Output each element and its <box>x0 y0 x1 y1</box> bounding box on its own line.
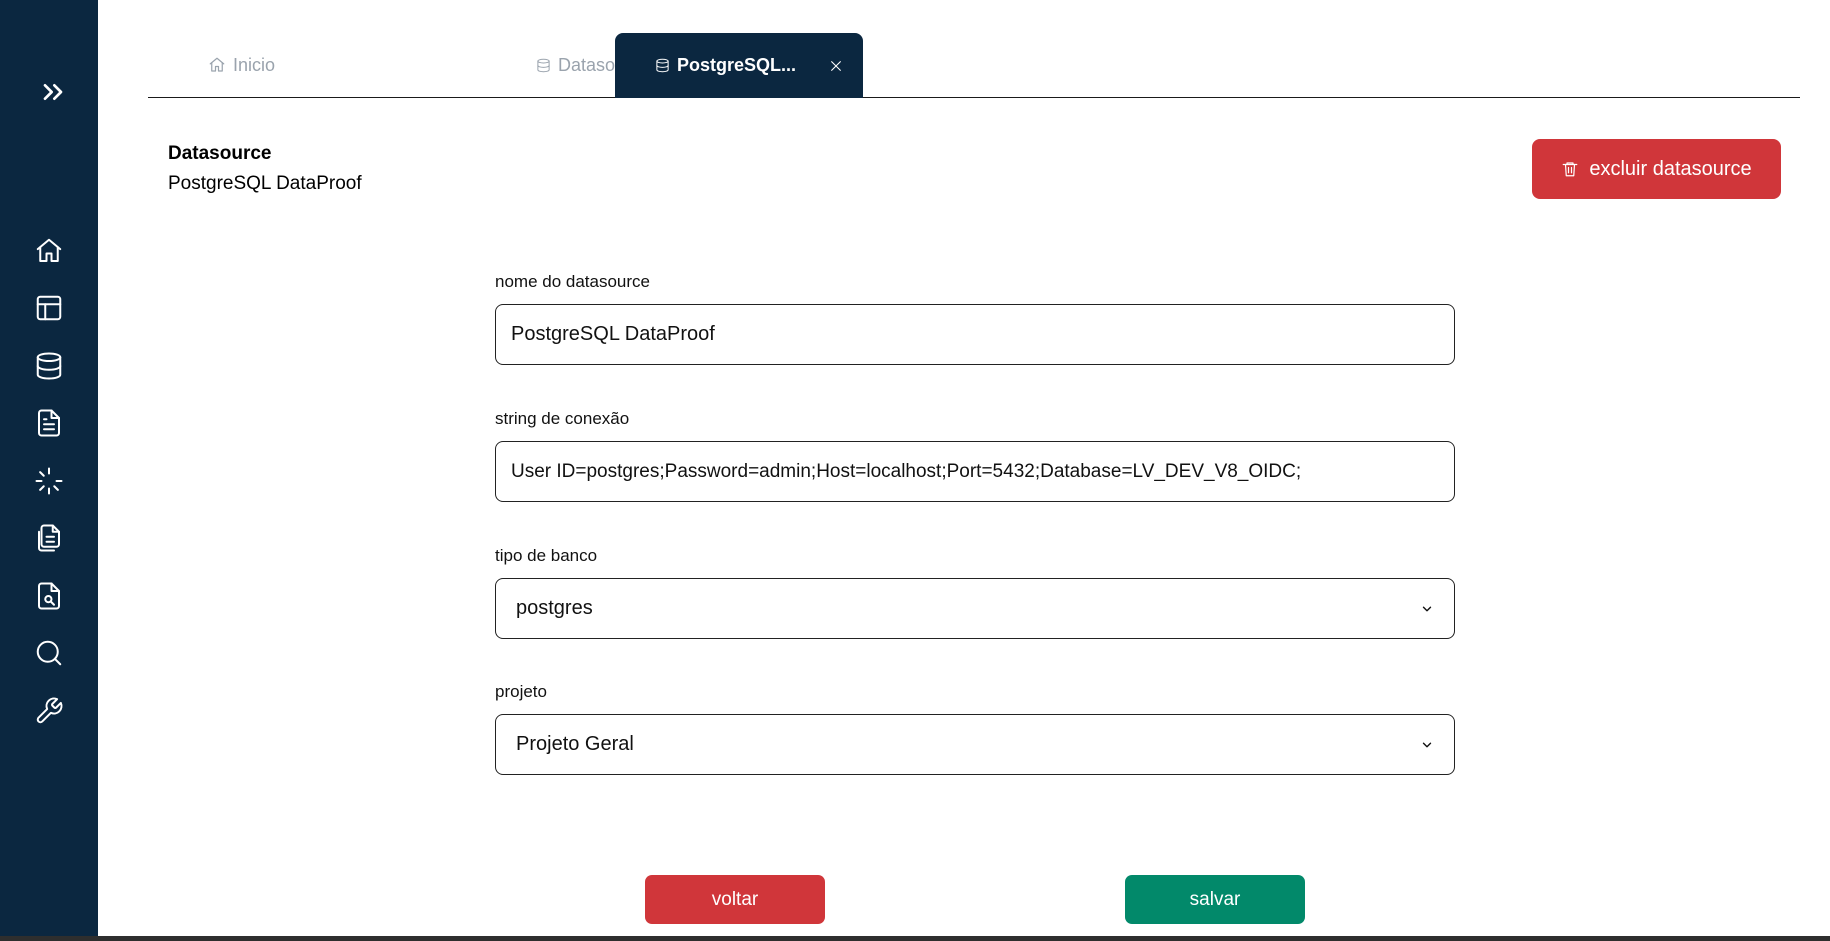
page-title: Datasource <box>168 143 272 164</box>
sidebar-item-processing[interactable] <box>0 461 98 501</box>
db-type-selected: postgres <box>516 597 593 619</box>
name-label: nome do datasource <box>495 272 650 291</box>
file-search-icon <box>38 582 60 610</box>
tab-bar: Inicio Datasource... PostgreSQL... <box>148 32 1800 98</box>
sidebar-item-database[interactable] <box>0 346 98 386</box>
database-icon <box>656 58 669 73</box>
sidebar-expand-button[interactable] <box>4 72 102 112</box>
database-icon <box>537 58 550 72</box>
db-type-label: tipo de banco <box>495 546 598 565</box>
back-button[interactable]: voltar <box>645 875 825 924</box>
chevron-down-icon <box>1422 742 1432 747</box>
name-input[interactable]: PostgreSQL DataProof <box>495 304 1455 365</box>
tab-postgresql-label: PostgreSQL... <box>677 55 797 75</box>
search-icon <box>36 640 62 666</box>
project-selected: Projeto Geral <box>516 733 634 755</box>
trash-icon <box>1562 162 1578 177</box>
chevron-down-icon <box>1422 606 1432 611</box>
chevrons-right-icon <box>43 84 63 100</box>
home-icon <box>36 238 62 262</box>
save-button[interactable]: salvar <box>1125 875 1305 924</box>
sidebar-item-reports[interactable] <box>0 403 98 443</box>
database-icon <box>36 352 62 380</box>
datasource-name-display: PostgreSQL DataProof <box>168 173 362 194</box>
tab-home[interactable]: Inicio <box>208 32 275 98</box>
layout-icon <box>36 295 62 321</box>
loader-icon <box>35 467 63 495</box>
name-input-value: PostgreSQL DataProof <box>511 323 715 345</box>
sidebar-item-layout[interactable] <box>0 288 98 328</box>
project-select[interactable]: Projeto Geral <box>495 714 1455 775</box>
delete-datasource-label: excluir datasource <box>1589 157 1752 180</box>
sidebar-item-documents[interactable] <box>0 518 98 558</box>
connection-string-value: User ID=postgres;Password=admin;Host=loc… <box>511 460 1302 482</box>
sidebar-item-tools[interactable] <box>0 691 98 731</box>
file-text-icon <box>38 409 60 437</box>
connection-string-label: string de conexão <box>495 409 630 428</box>
files-icon <box>38 524 60 552</box>
sidebar-item-file-search[interactable] <box>0 576 98 616</box>
home-icon <box>209 57 225 72</box>
sidebar <box>0 0 98 941</box>
close-icon[interactable] <box>828 58 844 74</box>
tab-home-label: Inicio <box>233 54 276 75</box>
sidebar-item-home[interactable] <box>0 231 98 271</box>
delete-datasource-button[interactable]: excluir datasource <box>1532 139 1781 199</box>
project-label: projeto <box>495 682 547 701</box>
tab-postgresql[interactable]: PostgreSQL... <box>615 33 863 98</box>
sidebar-item-search[interactable] <box>0 633 98 673</box>
window-bottom-edge <box>0 936 1830 941</box>
connection-string-input[interactable]: User ID=postgres;Password=admin;Host=loc… <box>495 441 1455 502</box>
wrench-icon <box>36 697 63 724</box>
db-type-select[interactable]: postgres <box>495 578 1455 639</box>
